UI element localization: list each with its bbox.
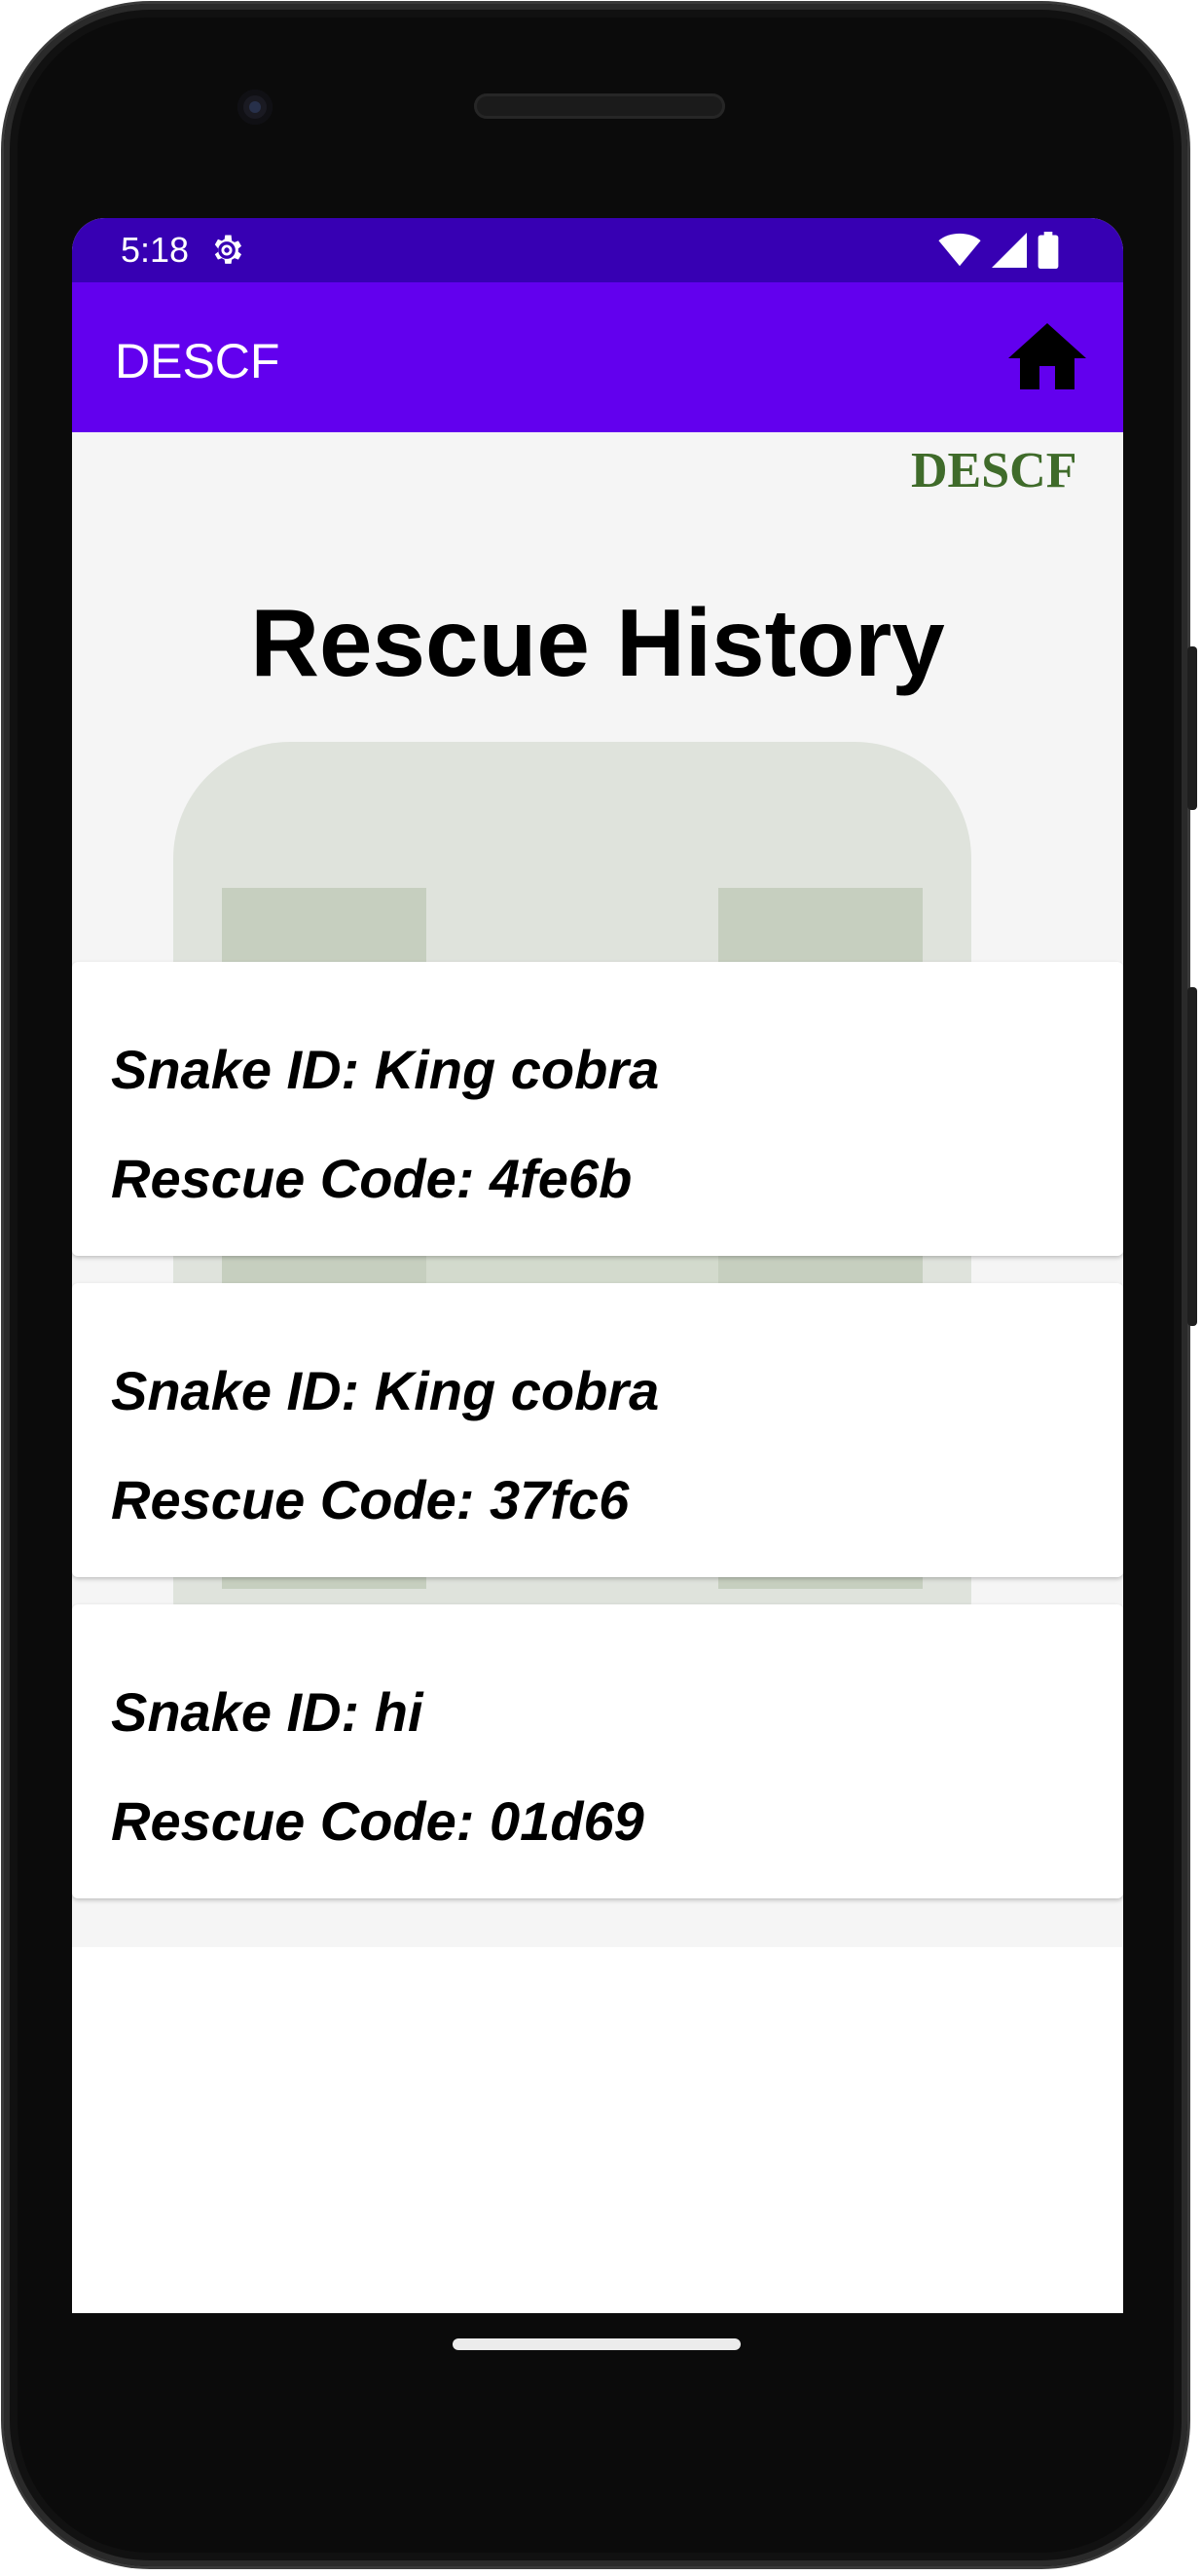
rescue-record-card[interactable]: Snake ID: King cobra Rescue Code: 4fe6b [72, 962, 1123, 1256]
settings-gear-icon [214, 235, 242, 264]
descf-logo-mark: DESCF [911, 443, 1076, 498]
front-camera [237, 90, 273, 125]
rescue-code-text: Rescue Code: 4fe6b [111, 1148, 633, 1209]
snake-id-text: Snake ID: King cobra [111, 1039, 660, 1100]
rescue-record-card[interactable]: Snake ID: hi Rescue Code: 01d69 [72, 1604, 1123, 1898]
phone-frame: 5:18 DESCF DESCF Rescue History Snake ID… [4, 4, 1197, 2566]
rescue-code-text: Rescue Code: 37fc6 [111, 1469, 630, 1530]
page-title: Rescue History [250, 589, 945, 696]
rescue-history-content: DESCF Rescue History Snake ID: King cobr… [72, 432, 1123, 1947]
status-icons [938, 232, 1059, 269]
power-button [1187, 646, 1197, 810]
battery-icon [1038, 232, 1059, 269]
cellular-signal-icon [992, 233, 1027, 268]
snake-id-text: Snake ID: hi [111, 1681, 423, 1743]
descf-logo: DESCF [909, 442, 1104, 498]
app-bar: DESCF [72, 282, 1123, 432]
rescue-code-text: Rescue Code: 01d69 [111, 1790, 644, 1852]
screen: 5:18 DESCF DESCF Rescue History Snake ID… [72, 218, 1123, 2313]
status-bar: 5:18 [72, 218, 1123, 282]
app-title: DESCF [115, 334, 280, 388]
wifi-icon [938, 233, 981, 267]
rescue-record-card[interactable]: Snake ID: King cobra Rescue Code: 37fc6 [72, 1283, 1123, 1577]
home-icon[interactable] [1001, 312, 1094, 405]
svg-text:DESCF: DESCF [911, 443, 1076, 497]
snake-id-text: Snake ID: King cobra [111, 1360, 660, 1421]
volume-button [1187, 987, 1197, 1326]
gesture-home-indicator[interactable] [453, 2338, 741, 2350]
status-time: 5:18 [121, 230, 190, 270]
earpiece-speaker [474, 93, 725, 119]
